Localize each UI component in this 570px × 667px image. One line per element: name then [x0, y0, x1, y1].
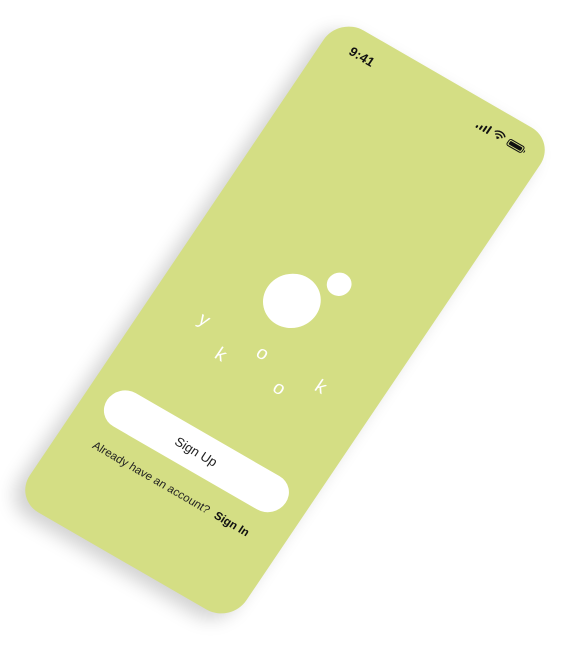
- signup-button-label: Sign Up: [172, 433, 221, 470]
- status-bar: 9:41: [315, 16, 556, 178]
- signin-link[interactable]: Sign In: [211, 510, 251, 539]
- status-time: 9:41: [346, 43, 378, 70]
- phone-screen: 9:41 y o k k o Sign Up Already have an a…: [14, 16, 556, 624]
- wifi-icon: [494, 130, 506, 140]
- status-icons: [474, 119, 527, 154]
- logo-small-circle: [322, 268, 357, 301]
- mockup-stage: 9:41 y o k k o Sign Up Already have an a…: [0, 0, 570, 667]
- logo-icon: [251, 245, 365, 351]
- logo-area: y o k k o: [143, 199, 432, 432]
- logo-big-circle: [251, 263, 332, 339]
- signal-icon: [474, 120, 493, 135]
- battery-icon: [505, 138, 526, 154]
